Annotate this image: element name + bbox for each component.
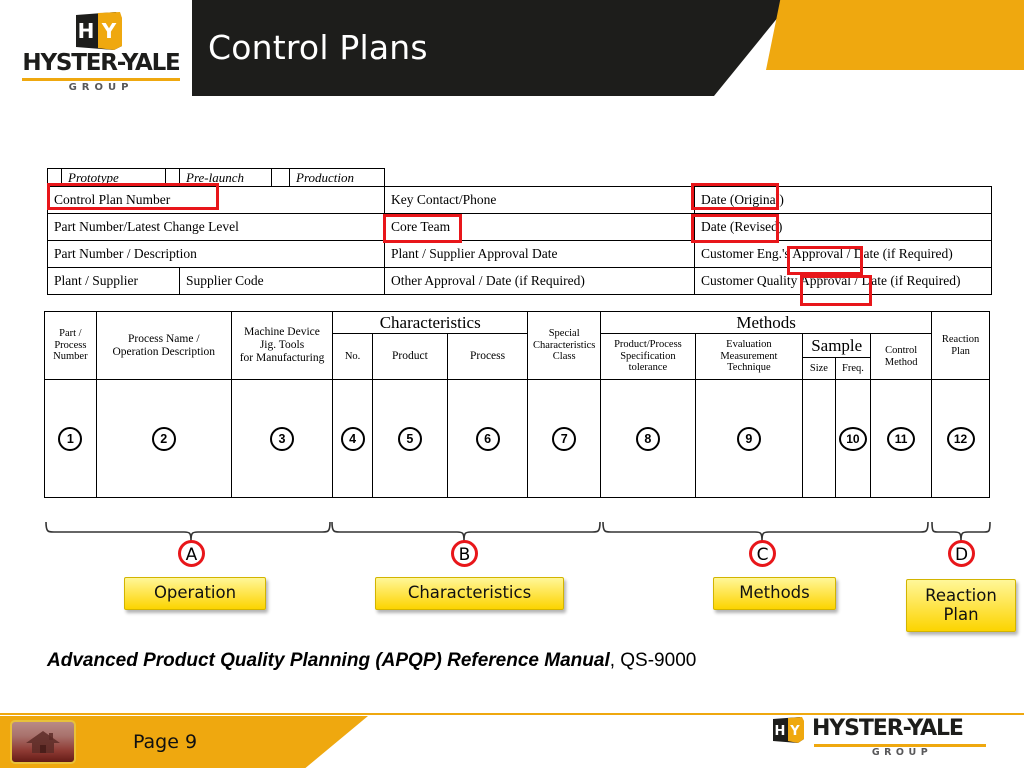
col-head-part-process-number: Part / Process Number bbox=[44, 310, 97, 381]
annotation-box-customer-eng-approval bbox=[787, 246, 863, 275]
svg-text:Y: Y bbox=[789, 724, 800, 739]
group-header-row: Part / Process Number Process Name / Ope… bbox=[44, 310, 990, 381]
annotation-box-control-plan-number bbox=[47, 183, 219, 210]
col-head-special-characteristics-class: Special Characteristics Class bbox=[527, 310, 602, 381]
svg-text:H: H bbox=[775, 724, 786, 739]
cell-number-2: 2 bbox=[95, 379, 232, 499]
page-title: Control Plans bbox=[208, 28, 428, 67]
number-badge-4: 4 bbox=[340, 426, 365, 451]
cell-number-4: 4 bbox=[332, 379, 373, 499]
cell-number-11: 11 bbox=[870, 379, 933, 499]
brace-d bbox=[931, 521, 991, 542]
cell-part-number-change-level[interactable]: Part Number/Latest Change Level bbox=[47, 213, 385, 241]
callout-box-reaction-plan[interactable]: Reaction Plan bbox=[906, 579, 1016, 632]
cell-key-contact-phone[interactable]: Key Contact/Phone bbox=[384, 186, 695, 214]
cell-number-5: 5 bbox=[371, 379, 448, 499]
number-badge-7: 7 bbox=[552, 426, 577, 451]
annotation-box-date-original bbox=[691, 183, 779, 210]
cell-number-8: 8 bbox=[600, 379, 696, 499]
svg-text:H: H bbox=[78, 19, 95, 43]
col-head-control-method: Control Method bbox=[870, 333, 933, 381]
col-head-evaluation-technique: Evaluation Measurement Technique bbox=[694, 333, 804, 381]
cell-other-approval[interactable]: Other Approval / Date (if Required) bbox=[384, 267, 695, 295]
cell-number-7: 7 bbox=[527, 379, 602, 499]
home-button[interactable] bbox=[10, 720, 76, 764]
production-checkbox[interactable] bbox=[271, 168, 290, 187]
col-head-process-name: Process Name / Operation Description bbox=[95, 310, 232, 381]
number-badge-11: 11 bbox=[887, 426, 916, 451]
brace-a bbox=[45, 521, 331, 542]
svg-text:Y: Y bbox=[101, 19, 117, 43]
number-badge-5: 5 bbox=[397, 426, 422, 451]
number-badge-12: 12 bbox=[946, 426, 975, 451]
cell-part-number-description[interactable]: Part Number / Description bbox=[47, 240, 385, 268]
header-yellow-banner bbox=[766, 0, 1024, 70]
annotation-box-customer-quality-approval bbox=[800, 275, 872, 306]
brace-c bbox=[602, 521, 929, 542]
cell-number-3: 3 bbox=[230, 379, 334, 499]
footer-logo-group-text: GROUP bbox=[871, 747, 933, 758]
source-standard: , QS-9000 bbox=[609, 650, 697, 671]
col-head-char-product: Product bbox=[371, 333, 448, 381]
group-head-methods: Methods bbox=[600, 310, 933, 335]
col-head-reaction-plan: Reaction Plan bbox=[931, 310, 990, 381]
logo-underline bbox=[22, 78, 180, 81]
col-head-sample-freq: Freq. bbox=[834, 357, 872, 381]
annotation-box-date-revised bbox=[691, 214, 779, 243]
cell-plant-supplier[interactable]: Plant / Supplier bbox=[47, 267, 180, 295]
col-head-sample-size: Size bbox=[802, 357, 836, 381]
number-badge-8: 8 bbox=[635, 426, 660, 451]
group-head-characteristics: Characteristics bbox=[332, 310, 529, 335]
cell-sample-size-empty bbox=[802, 379, 836, 499]
number-badge-2: 2 bbox=[151, 426, 176, 451]
logo-wordmark: HYSTER-YALE bbox=[22, 50, 180, 76]
logo-group-text: GROUP bbox=[68, 82, 134, 93]
number-badge-10: 10 bbox=[838, 426, 867, 451]
home-icon bbox=[26, 731, 60, 753]
number-badge-6: 6 bbox=[475, 426, 500, 451]
callout-box-operation[interactable]: Operation bbox=[124, 577, 266, 610]
cell-plant-supplier-approval-date[interactable]: Plant / Supplier Approval Date bbox=[384, 240, 695, 268]
brace-b bbox=[331, 521, 601, 542]
callout-letter-d: D bbox=[948, 540, 975, 567]
hy-mark-icon-footer: H Y bbox=[773, 717, 804, 743]
callout-box-methods[interactable]: Methods bbox=[713, 577, 836, 610]
cell-number-9: 9 bbox=[694, 379, 804, 499]
annotation-box-core-team bbox=[383, 214, 462, 243]
group-braces bbox=[45, 521, 991, 542]
number-badge-3: 3 bbox=[270, 426, 295, 451]
hyster-yale-logo-footer: H Y HYSTER-YALE GROUP bbox=[770, 714, 990, 764]
number-badge-9: 9 bbox=[736, 426, 761, 451]
phase-production-label: Production bbox=[289, 168, 385, 187]
callout-letter-c: C bbox=[749, 540, 776, 567]
source-manual-title: Advanced Product Quality Planning (APQP)… bbox=[47, 650, 610, 671]
cell-number-10: 10 bbox=[834, 379, 872, 499]
cell-number-12: 12 bbox=[931, 379, 990, 499]
col-head-machine-device: Machine Device Jig. Tools for Manufactur… bbox=[230, 310, 334, 381]
numbered-body-row: 1 2 3 4 5 6 7 8 9 10 11 12 bbox=[44, 379, 990, 499]
callout-letter-a: A bbox=[178, 540, 205, 567]
cell-number-6: 6 bbox=[446, 379, 529, 499]
footer-logo-wordmark: HYSTER-YALE bbox=[812, 716, 964, 741]
control-plan-columns-table: Part / Process Number Process Name / Ope… bbox=[44, 310, 990, 499]
number-badge-1: 1 bbox=[58, 426, 83, 451]
col-head-char-process: Process bbox=[446, 333, 529, 381]
source-reference: Advanced Product Quality Planning (APQP)… bbox=[47, 650, 947, 672]
col-head-spec-tolerance: Product/Process Specification tolerance bbox=[600, 333, 696, 381]
callout-letter-b: B bbox=[451, 540, 478, 567]
hyster-yale-logo: H Y HYSTER-YALE GROUP bbox=[18, 8, 184, 100]
callout-box-characteristics[interactable]: Characteristics bbox=[375, 577, 564, 610]
col-head-char-no: No. bbox=[332, 333, 373, 381]
hy-mark-icon: H Y bbox=[76, 12, 122, 50]
cell-number-1: 1 bbox=[44, 379, 97, 499]
group-head-sample: Sample bbox=[802, 333, 872, 359]
info-row-2: Part Number/Latest Change Level Core Tea… bbox=[47, 213, 992, 241]
cell-supplier-code[interactable]: Supplier Code bbox=[179, 267, 385, 295]
